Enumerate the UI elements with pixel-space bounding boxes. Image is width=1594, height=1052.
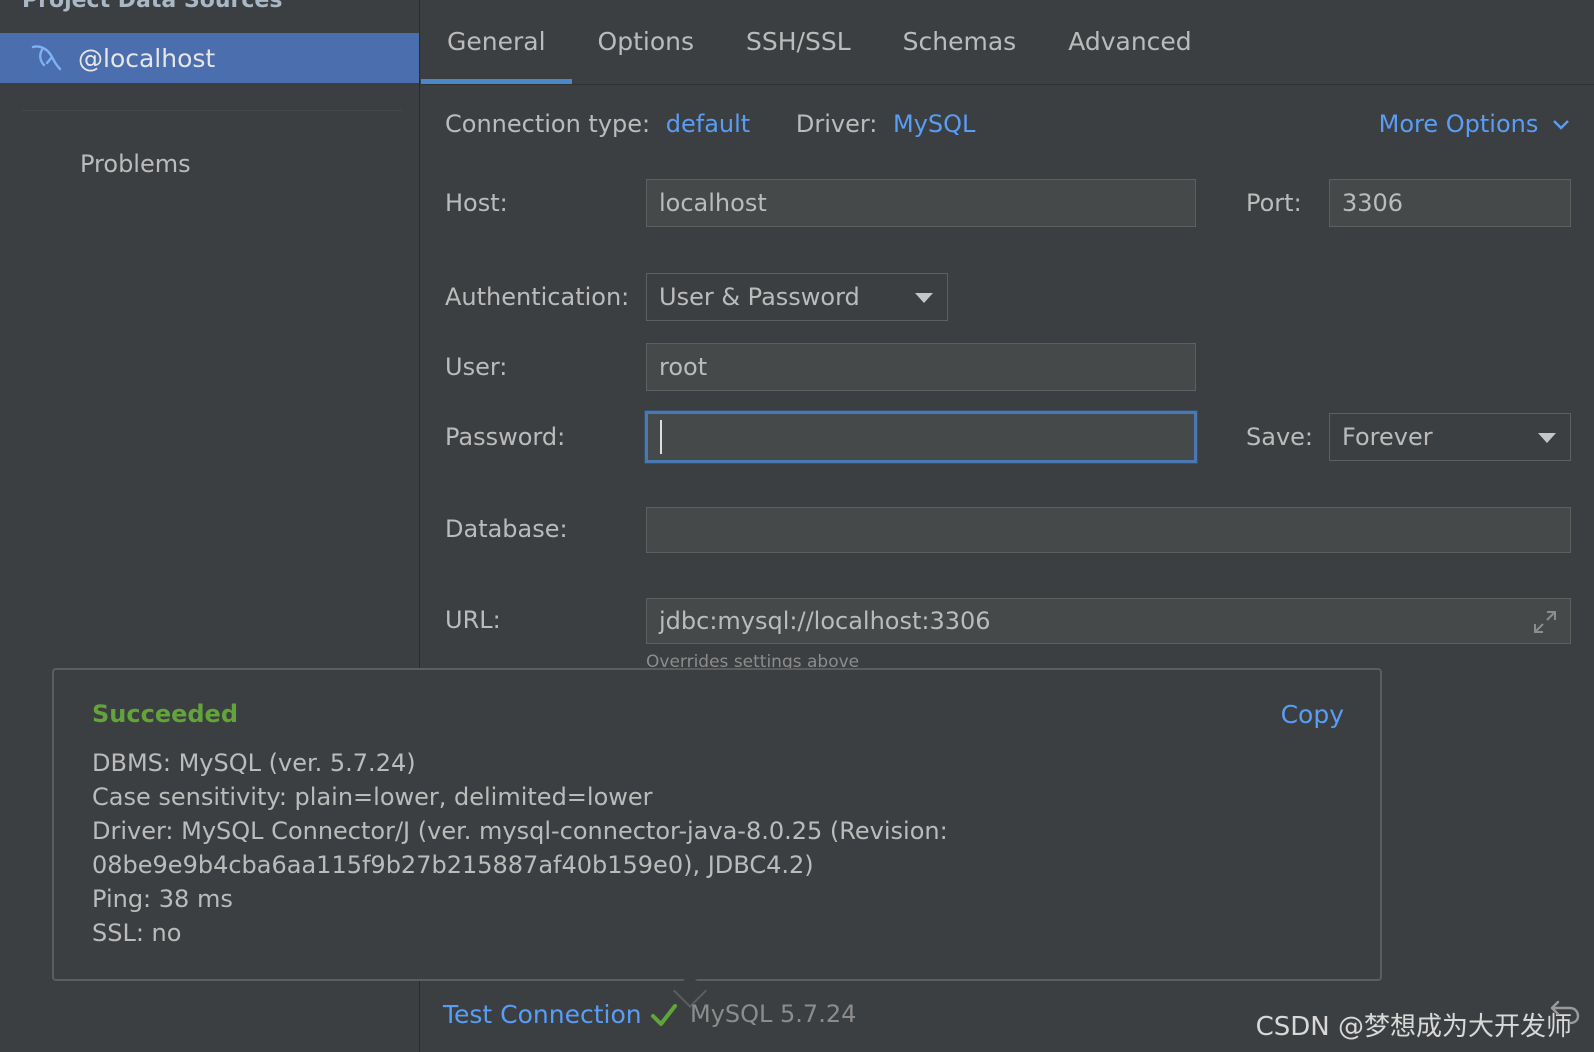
connection-type-row: Connection type: default Driver: MySQL (445, 110, 975, 138)
sidebar-item-localhost[interactable]: @localhost (0, 33, 419, 83)
host-input[interactable]: localhost (646, 179, 1196, 227)
database-label: Database: (445, 515, 568, 543)
tab-advanced[interactable]: Advanced (1042, 0, 1218, 84)
save-value: Forever (1342, 423, 1433, 451)
connection-details: DBMS: MySQL (ver. 5.7.24) Case sensitivi… (92, 746, 948, 950)
more-options-label: More Options (1378, 110, 1539, 138)
dropdown-arrow-icon (915, 293, 933, 303)
detail-line: Case sensitivity: plain=lower, delimited… (92, 783, 653, 811)
mysql-dolphin-icon (31, 45, 62, 71)
authentication-select[interactable]: User & Password (646, 273, 948, 321)
expand-icon[interactable] (1530, 607, 1560, 637)
authentication-label: Authentication: (445, 283, 630, 311)
detail-line: DBMS: MySQL (ver. 5.7.24) (92, 749, 416, 777)
connection-type-label: Connection type: (445, 110, 651, 138)
password-input[interactable] (645, 411, 1197, 463)
save-select[interactable]: Forever (1329, 413, 1571, 461)
sidebar-divider (22, 110, 402, 111)
tab-ssh-ssl[interactable]: SSH/SSL (720, 0, 877, 84)
user-label: User: (445, 353, 508, 381)
tab-schemas[interactable]: Schemas (877, 0, 1043, 84)
data-sources-dialog: Project Data Sources @localhost Problems… (0, 0, 1594, 1052)
tab-bar: General Options SSH/SSL Schemas Advanced (421, 0, 1594, 85)
copy-button[interactable]: Copy (1281, 700, 1344, 729)
authentication-value: User & Password (659, 283, 860, 311)
detail-line: Ping: 38 ms (92, 885, 233, 913)
user-input[interactable]: root (646, 343, 1196, 391)
port-input[interactable]: 3306 (1329, 179, 1571, 227)
watermark: CSDN @梦想成为大开发师 (1255, 1012, 1572, 1042)
connection-type-link[interactable]: default (666, 110, 750, 138)
tab-general[interactable]: General (421, 0, 572, 84)
status-succeeded: Succeeded (92, 700, 239, 728)
chevron-down-icon (1553, 120, 1569, 130)
save-label: Save: (1246, 423, 1313, 451)
test-connection-link[interactable]: Test Connection (443, 1000, 642, 1029)
user-value: root (659, 353, 708, 381)
driver-label: Driver: (795, 110, 878, 138)
port-value: 3306 (1342, 189, 1404, 217)
undo-icon[interactable] (1548, 996, 1582, 1026)
host-value: localhost (659, 189, 767, 217)
dropdown-arrow-icon (1538, 433, 1556, 443)
text-caret (660, 420, 662, 454)
server-version: MySQL 5.7.24 (690, 1000, 857, 1028)
driver-link[interactable]: MySQL (893, 110, 975, 138)
test-connection-result-popup: Succeeded Copy DBMS: MySQL (ver. 5.7.24)… (52, 668, 1382, 981)
database-input[interactable] (646, 507, 1571, 553)
url-label: URL: (445, 606, 501, 634)
url-input[interactable]: jdbc:mysql://localhost:3306 (646, 598, 1571, 644)
port-label: Port: (1246, 189, 1302, 217)
url-value: jdbc:mysql://localhost:3306 (659, 607, 991, 635)
check-icon (651, 1004, 677, 1026)
detail-line: 08be9e9b4cba6aa115f9b27b215887af40b159e0… (92, 851, 814, 879)
host-label: Host: (445, 189, 508, 217)
sidebar-item-label: @localhost (78, 43, 216, 73)
sidebar-title: Project Data Sources (22, 0, 283, 13)
tab-options[interactable]: Options (572, 0, 720, 84)
more-options-button[interactable]: More Options (1379, 110, 1570, 138)
sidebar-item-problems[interactable]: Problems (80, 150, 191, 178)
detail-line: Driver: MySQL Connector/J (ver. mysql-co… (92, 817, 948, 845)
password-label: Password: (445, 423, 566, 451)
detail-line: SSL: no (92, 919, 182, 947)
